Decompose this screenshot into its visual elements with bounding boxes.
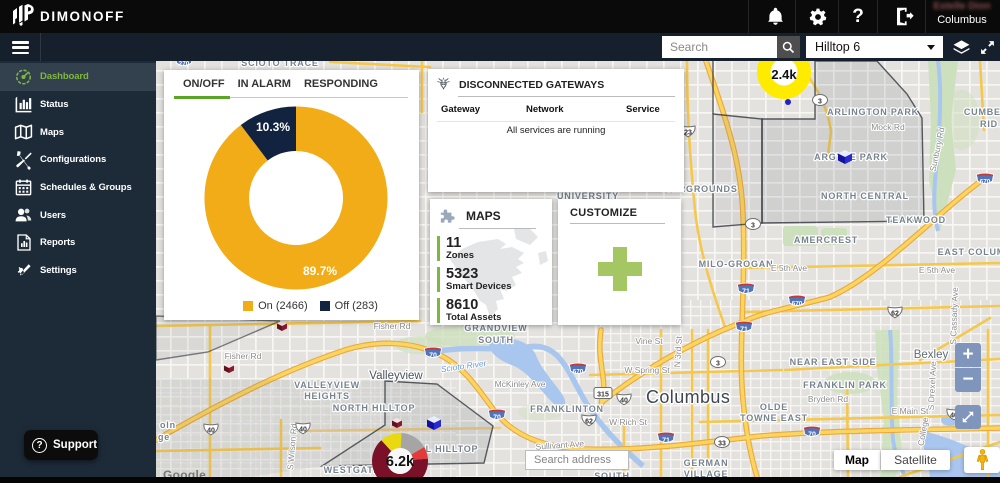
svg-text:RID: RID <box>980 119 998 129</box>
svg-text:SCIOTO TRACE: SCIOTO TRACE <box>241 61 318 68</box>
svg-text:VILLAGE: VILLAGE <box>684 469 729 477</box>
svg-text:ARLINGTON PARK: ARLINGTON PARK <box>827 107 919 117</box>
svg-text:2.4k: 2.4k <box>771 67 797 82</box>
svg-text:AMERCREST: AMERCREST <box>794 235 858 245</box>
svg-text:E 5th Ave: E 5th Ave <box>771 263 808 273</box>
svg-text:270: 270 <box>179 61 190 68</box>
svg-text:71: 71 <box>742 289 750 296</box>
svg-text:GERMAN: GERMAN <box>684 458 729 468</box>
svg-text:89.7%: 89.7% <box>303 264 337 278</box>
svg-text:70: 70 <box>493 415 501 422</box>
svg-text:W Spring St: W Spring St <box>624 365 670 375</box>
svg-text:Vine St: Vine St <box>635 336 663 346</box>
svg-text:W Rich St: W Rich St <box>609 417 647 427</box>
svg-text:62: 62 <box>891 310 899 317</box>
svg-text:10.3%: 10.3% <box>256 120 290 134</box>
svg-text:E 5th Ave: E 5th Ave <box>919 265 956 275</box>
svg-text:Columbus: Columbus <box>646 387 730 407</box>
svg-text:ge: ge <box>158 432 170 442</box>
svg-text:Fisher Rd: Fisher Rd <box>225 351 262 361</box>
svg-text:SOUTH: SOUTH <box>478 335 514 345</box>
svg-text:S Cassady Ave: S Cassady Ave <box>948 287 960 345</box>
svg-text:71: 71 <box>740 327 748 334</box>
svg-text:6.2k: 6.2k <box>386 454 415 470</box>
svg-text:L HILLTOP: L HILLTOP <box>426 444 479 454</box>
svg-text:CUMBER: CUMBER <box>964 107 1000 117</box>
svg-text:70: 70 <box>429 353 437 360</box>
svg-text:315: 315 <box>597 391 609 398</box>
svg-text:670: 670 <box>573 369 584 376</box>
svg-text:670: 670 <box>980 179 991 186</box>
svg-text:TOWNE EAST: TOWNE EAST <box>740 413 808 423</box>
svg-text:NORTH CENTRAL: NORTH CENTRAL <box>821 191 909 201</box>
svg-text:VALLEYVIEW: VALLEYVIEW <box>294 380 360 390</box>
svg-text:Bryden Rd: Bryden Rd <box>808 394 848 404</box>
svg-text:WESTGATE: WESTGATE <box>324 465 381 475</box>
svg-text:62: 62 <box>585 418 593 425</box>
svg-text:3: 3 <box>818 98 822 105</box>
svg-text:EAST COLUMB: EAST COLUMB <box>938 247 1000 257</box>
svg-text:70: 70 <box>808 432 816 439</box>
svg-text:3: 3 <box>716 360 720 367</box>
svg-text:71: 71 <box>662 438 670 445</box>
svg-text:670: 670 <box>792 301 803 308</box>
svg-text:E Main St: E Main St <box>892 406 929 416</box>
svg-text:3: 3 <box>751 222 755 229</box>
svg-text:40: 40 <box>207 427 215 434</box>
svg-text:FRANKLINTON: FRANKLINTON <box>530 404 604 414</box>
svg-text:HEIGHTS: HEIGHTS <box>304 391 350 401</box>
svg-text:23: 23 <box>684 129 692 136</box>
svg-text:Fisher Rd: Fisher Rd <box>374 321 411 331</box>
svg-text:NORTH HILLTOP: NORTH HILLTOP <box>333 403 416 413</box>
svg-text:NEAR EAST SIDE: NEAR EAST SIDE <box>790 357 877 367</box>
svg-text:oln: oln <box>160 420 176 430</box>
svg-text:33: 33 <box>718 440 726 447</box>
svg-text:Valleyview: Valleyview <box>369 370 423 382</box>
svg-text:40: 40 <box>620 397 628 404</box>
svg-text:Bexley: Bexley <box>914 349 949 361</box>
svg-text:FRANKLIN PARK: FRANKLIN PARK <box>803 380 887 390</box>
svg-text:McKinley Ave: McKinley Ave <box>495 379 546 389</box>
svg-text:Mock Rd: Mock Rd <box>871 122 905 132</box>
svg-text:OLDE: OLDE <box>760 402 788 412</box>
svg-text:40: 40 <box>299 426 307 433</box>
svg-text:MILO-GROGAN: MILO-GROGAN <box>699 259 774 269</box>
svg-text:TEAKWOOD: TEAKWOOD <box>886 215 946 225</box>
